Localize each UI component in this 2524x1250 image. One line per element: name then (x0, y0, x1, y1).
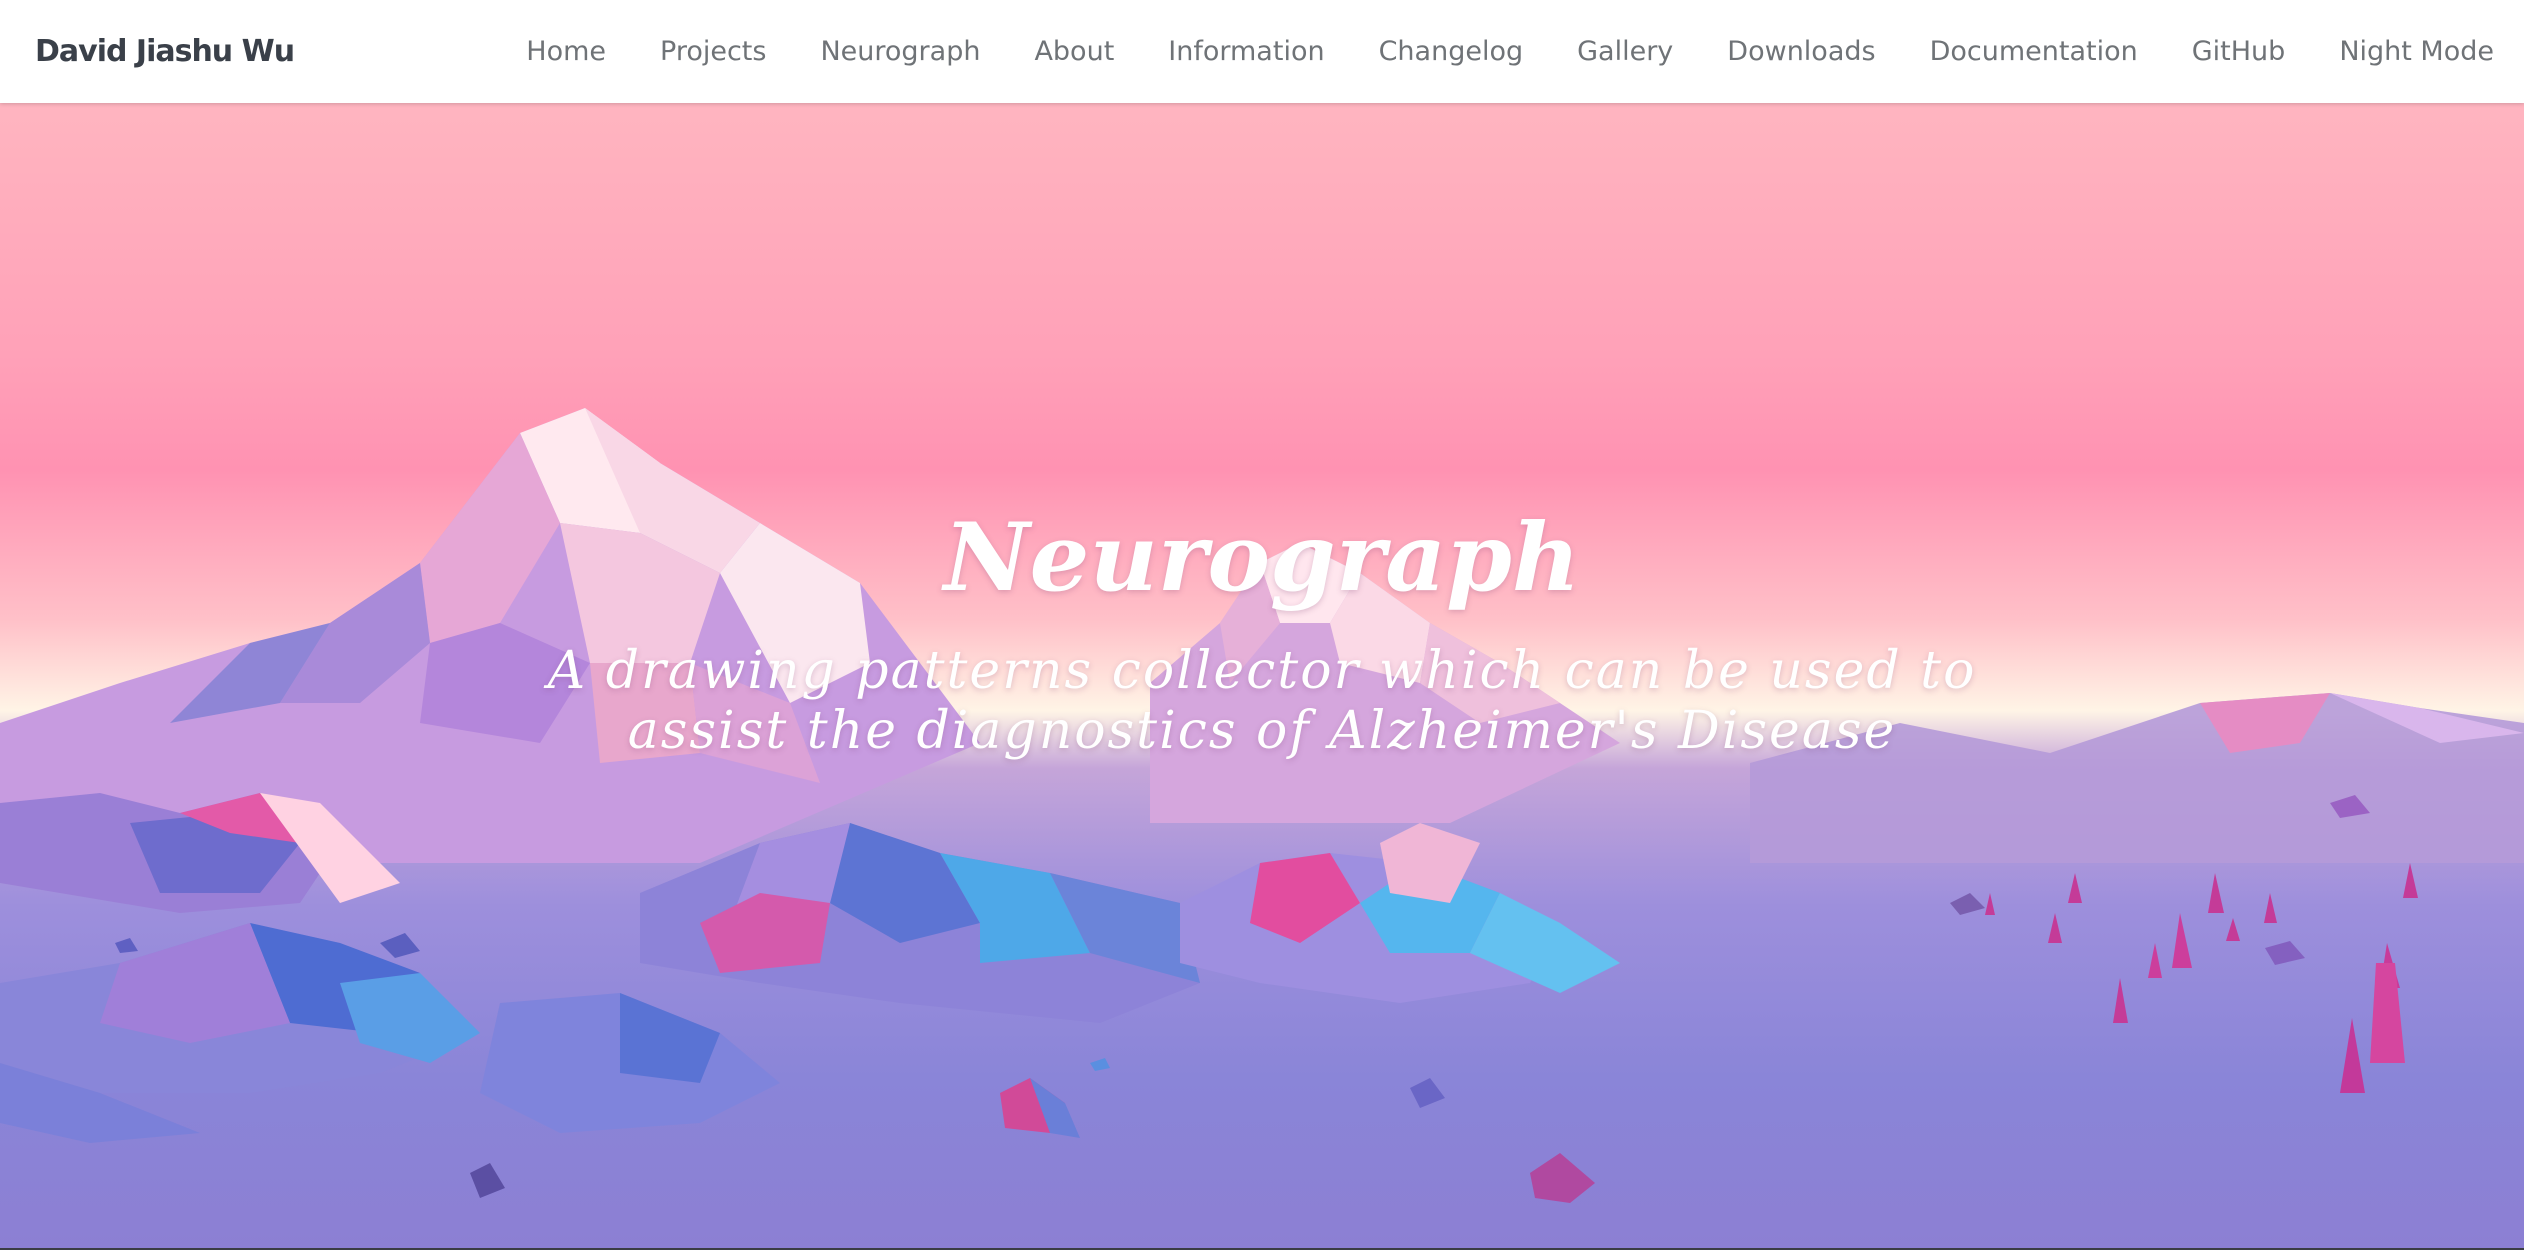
nav-links: Home Projects Neurograph About Informati… (526, 0, 2494, 103)
nav-link-neurograph[interactable]: Neurograph (820, 36, 980, 67)
nav-link-about[interactable]: About (1034, 36, 1114, 67)
nav-link-changelog[interactable]: Changelog (1379, 36, 1524, 67)
top-navbar: David Jiashu Wu Home Projects Neurograph… (0, 0, 2524, 103)
night-mode-toggle[interactable]: Night Mode (2339, 36, 2494, 67)
hero-title: Neurograph (943, 503, 1581, 613)
nav-link-downloads[interactable]: Downloads (1727, 36, 1875, 67)
brand-logo-link[interactable]: David Jiashu Wu (35, 0, 295, 103)
nav-link-projects[interactable]: Projects (660, 36, 766, 67)
hero-text-block: Neurograph A drawing patterns collector … (0, 103, 2524, 1250)
nav-link-documentation[interactable]: Documentation (1930, 36, 2138, 67)
nav-link-github[interactable]: GitHub (2192, 36, 2286, 67)
nav-link-home[interactable]: Home (526, 36, 606, 67)
nav-link-gallery[interactable]: Gallery (1577, 36, 1673, 67)
nav-link-information[interactable]: Information (1168, 36, 1324, 67)
hero-banner: Neurograph A drawing patterns collector … (0, 103, 2524, 1250)
hero-subtitle: A drawing patterns collector which can b… (547, 641, 1977, 761)
